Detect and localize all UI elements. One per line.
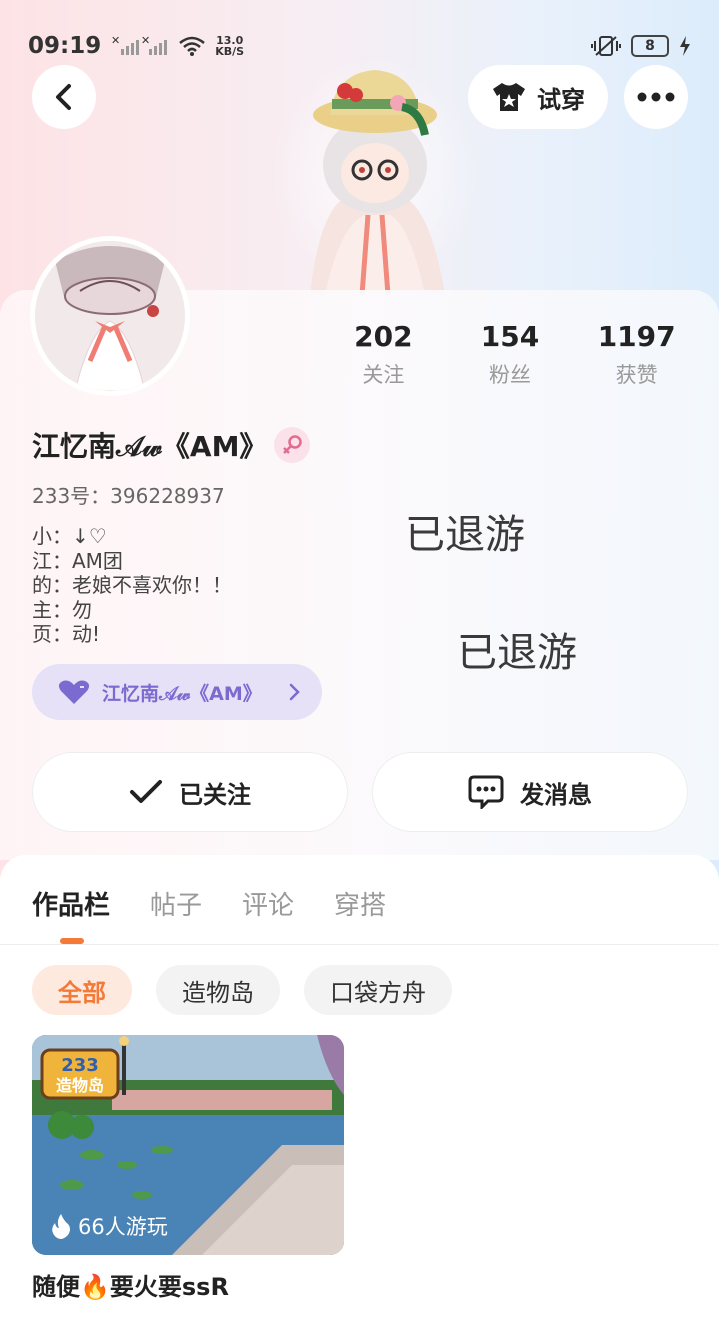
following-button[interactable]: 已关注 xyxy=(32,752,348,832)
tab-comments[interactable]: 评论 xyxy=(242,885,294,922)
wifi-icon xyxy=(179,36,206,56)
stat-followers-value: 154 xyxy=(480,320,540,353)
try-on-label: 试穿 xyxy=(537,85,585,114)
content-section: 作品栏 帖子 评论 穿搭 全部 造物岛 口袋方舟 233 造物岛 66人游玩 随… xyxy=(0,855,719,1320)
stat-following-label: 关注 xyxy=(362,363,405,387)
signal-icon: ✕ ✕ xyxy=(111,35,168,55)
stat-likes-value: 1197 xyxy=(597,320,676,353)
tab-works[interactable]: 作品栏 xyxy=(32,885,110,922)
play-count: 66人游玩 xyxy=(50,1211,168,1241)
profile-username: 江忆南𝒜𝓌《AM》 xyxy=(32,430,268,463)
stat-followers[interactable]: 154 粉丝 xyxy=(447,320,574,389)
chevron-right-icon xyxy=(289,683,300,701)
avatar[interactable] xyxy=(30,236,190,396)
profile-bio: 小：↓♡ 江：AM团 的：老娘不喜欢你！！ 主：勿 页：动! xyxy=(32,524,232,647)
character-avatar-illustration xyxy=(270,55,480,295)
stat-likes[interactable]: 1197 获赞 xyxy=(573,320,700,389)
play-count-text: 66人游玩 xyxy=(78,1215,168,1239)
profile-tabs: 作品栏 帖子 评论 穿搭 xyxy=(32,885,386,922)
fire-icon xyxy=(52,1214,70,1239)
avatar-image xyxy=(35,241,185,391)
more-options-button[interactable] xyxy=(624,65,688,129)
filter-chip-creation-island[interactable]: 造物岛 xyxy=(156,965,280,1015)
stat-following-value: 202 xyxy=(354,320,413,353)
stat-likes-label: 获赞 xyxy=(615,363,658,387)
bio-line: 江：AM团 xyxy=(32,548,123,573)
game-logo-text: 造物岛 xyxy=(56,1076,104,1095)
chevron-left-icon xyxy=(56,84,71,110)
filter-chip-pocket-ark[interactable]: 口袋方舟 xyxy=(304,965,452,1015)
chat-bubble-icon xyxy=(468,775,504,809)
quit-watermark-text: 已退游 xyxy=(457,630,577,676)
filter-chips: 全部 造物岛 口袋方舟 xyxy=(32,965,452,1015)
tab-posts[interactable]: 帖子 xyxy=(150,885,202,922)
tab-divider xyxy=(0,944,719,945)
heart-icon xyxy=(58,680,90,704)
stat-followers-label: 粉丝 xyxy=(489,363,531,387)
status-time: 09:19 xyxy=(28,33,102,59)
stat-following[interactable]: 202 关注 xyxy=(320,320,447,389)
network-speed-unit: KB/S xyxy=(215,45,245,58)
more-dots-icon xyxy=(637,92,675,102)
club-name: 江忆南𝒜𝓌《AM》 xyxy=(102,682,262,705)
back-button[interactable] xyxy=(32,65,96,129)
bio-line: 小：↓♡ xyxy=(32,524,107,548)
profile-stats: 202 关注 154 粉丝 1197 获赞 xyxy=(320,320,700,389)
game-card[interactable]: 233 造物岛 66人游玩 xyxy=(32,1035,344,1255)
svg-text:✕: ✕ xyxy=(111,35,120,47)
filter-chip-all[interactable]: 全部 xyxy=(32,965,132,1015)
svg-text:✕: ✕ xyxy=(141,35,150,47)
battery-indicator: 8 xyxy=(631,35,669,57)
following-label: 已关注 xyxy=(179,780,251,809)
female-gender-icon xyxy=(274,427,310,463)
try-on-button[interactable]: 试穿 xyxy=(468,65,608,129)
vibrate-mute-icon xyxy=(591,36,621,56)
club-badge-button[interactable]: 江忆南𝒜𝓌《AM》 xyxy=(32,664,322,720)
bio-line: 的：老娘不喜欢你！！ xyxy=(32,573,232,597)
bio-line: 主：勿 xyxy=(32,597,92,622)
tab-outfits[interactable]: 穿搭 xyxy=(334,885,386,922)
quit-watermark-text: 已退游 xyxy=(405,512,525,558)
bio-line: 页：动! xyxy=(32,622,101,646)
tshirt-icon xyxy=(493,83,525,111)
check-icon xyxy=(130,780,162,803)
game-logo-number: 233 xyxy=(61,1055,99,1076)
network-speed: 13.0 KB/S xyxy=(215,35,244,57)
charging-icon xyxy=(680,36,690,56)
game-title[interactable]: 随便🔥要火要ssR xyxy=(32,1267,229,1302)
profile-user-id: 233号：396228937 xyxy=(32,484,225,508)
send-message-label: 发消息 xyxy=(520,780,592,809)
send-message-button[interactable]: 发消息 xyxy=(372,752,688,832)
